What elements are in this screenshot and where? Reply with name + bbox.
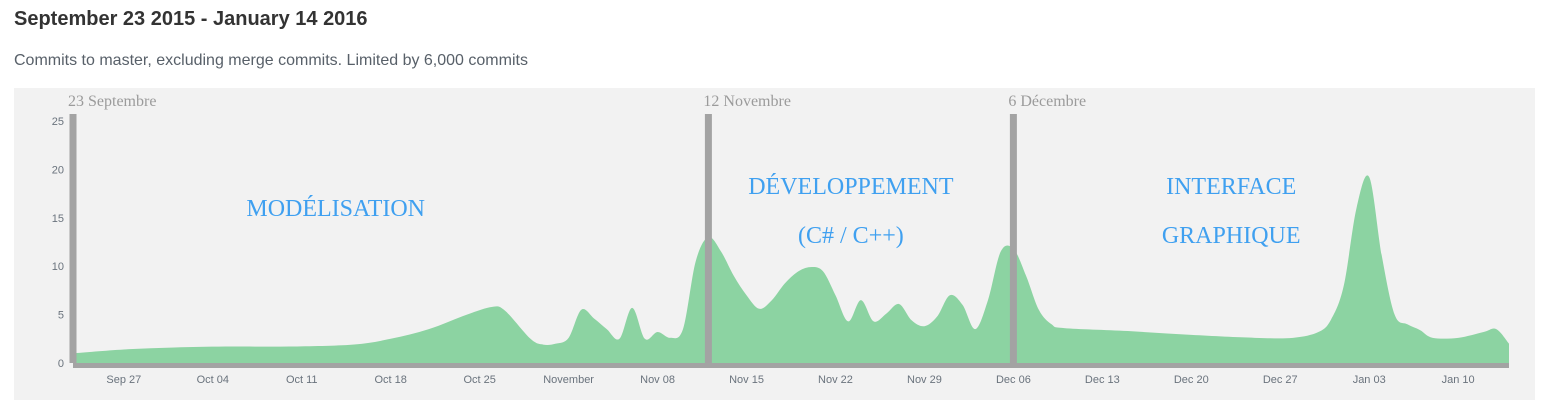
milestone-marker-2 [1009,114,1017,363]
x-axis [73,363,1509,368]
x-tick-label: Dec 13 [1085,374,1120,386]
commits-area-chart: 0 5 10 15 20 25 Sep 27 Oct 04 Oct 11 Oct 18 Oct 25… [52,93,1509,386]
phase-label-0-0: MODÉLISATION [246,196,425,222]
phase-label-1-0: DÉVELOPPEMENT [748,174,954,200]
y-tick-label: 5 [58,310,64,322]
x-tick-label: Nov 08 [640,374,675,386]
x-tick-label: Dec 27 [1263,374,1298,386]
milestone-marker-1 [704,114,712,363]
y-tick-label: 15 [52,213,64,225]
x-tick-label: Sep 27 [106,374,141,386]
x-tick-label: Nov 15 [729,374,764,386]
chart-container: 0 5 10 15 20 25 Sep 27 Oct 04 Oct 11 Oct 18 Oct 25… [14,88,1535,400]
y-tick-label: 25 [52,116,64,128]
milestone-label-1: 12 Novembre [703,93,791,110]
y-tick-label: 20 [52,164,64,176]
phase-label-2-0: INTERFACE [1166,174,1296,200]
x-tick-label: Nov 29 [907,374,942,386]
x-tick-label: Nov 22 [818,374,853,386]
milestone-label-0: 23 Septembre [68,93,156,110]
x-tick-label: Dec 20 [1174,374,1209,386]
milestone-label-2: 6 Décembre [1008,93,1086,110]
x-tick-label: Oct 11 [286,374,318,386]
phase-label-1-1: (C# / C++) [798,223,904,249]
x-tick-label: Oct 04 [197,374,229,386]
x-tick-label: Jan 03 [1353,374,1386,386]
x-tick-label: Dec 06 [996,374,1031,386]
x-tick-label: Oct 25 [463,374,495,386]
x-tick-label: November [543,374,594,386]
x-tick-label: Jan 10 [1442,374,1475,386]
y-tick-label: 0 [58,358,64,370]
x-tick-label: Oct 18 [374,374,406,386]
page-subtitle: Commits to master, excluding merge commi… [14,52,528,69]
milestone-marker-0 [69,114,77,363]
phase-label-2-1: GRAPHIQUE [1162,223,1301,249]
page-title: September 23 2015 - January 14 2016 [14,8,368,30]
y-tick-label: 10 [52,261,64,273]
